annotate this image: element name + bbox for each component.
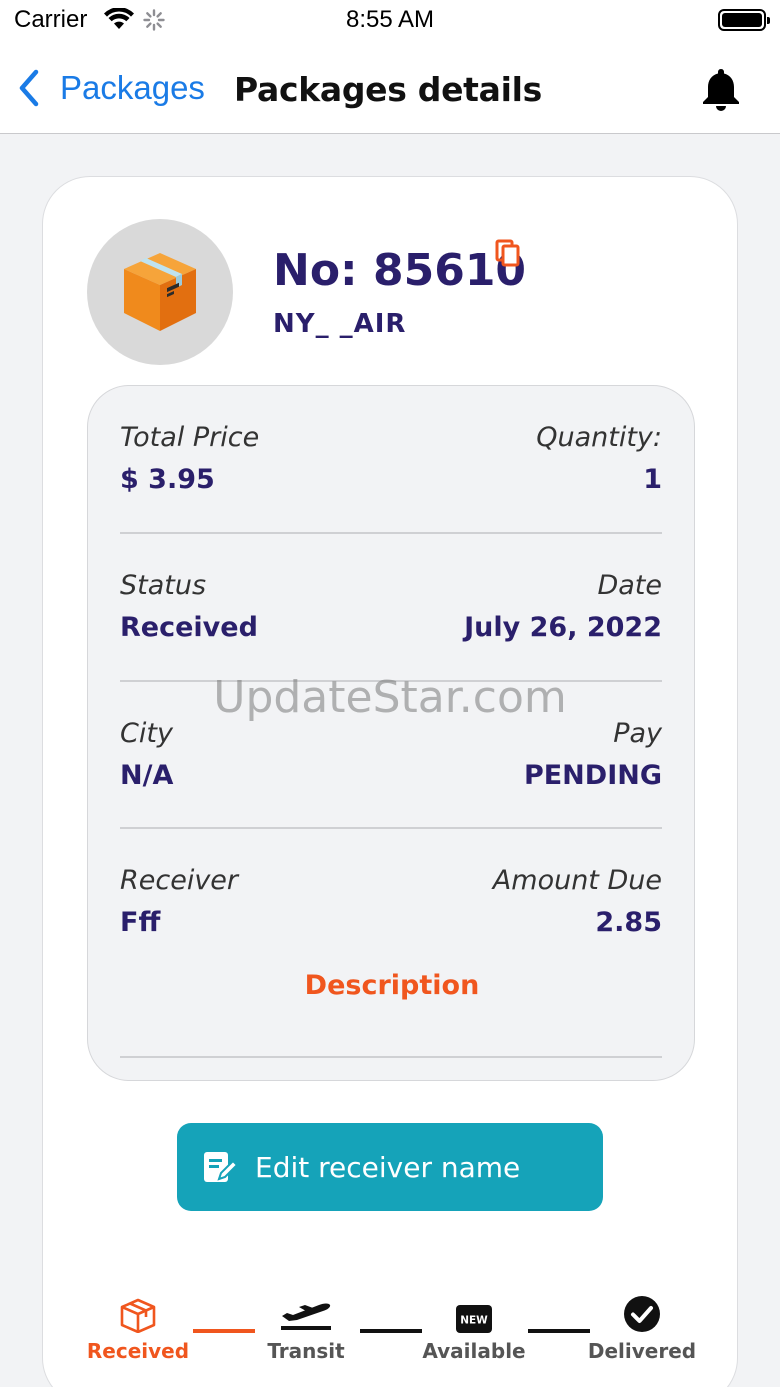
- divider: [120, 532, 662, 534]
- shipment-progress-stepper: Received Transit NEW Available Delivered: [43, 1289, 739, 1379]
- pay-label: Pay: [613, 718, 662, 749]
- divider: [120, 827, 662, 829]
- quantity-label: Quantity:: [536, 422, 662, 453]
- edit-icon: [204, 1152, 239, 1182]
- amount-due-label: Amount Due: [492, 865, 662, 896]
- date-value: July 26, 2022: [464, 612, 662, 643]
- description-title[interactable]: Description: [88, 970, 696, 1001]
- quantity-value: 1: [643, 464, 662, 495]
- package-details-panel: Total Price $ 3.95 Quantity: 1 Status Re…: [87, 385, 695, 1081]
- step-available: NEW Available: [409, 1289, 539, 1363]
- step-transit: Transit: [241, 1289, 371, 1363]
- status-value: Received: [120, 612, 258, 643]
- edit-receiver-name-button[interactable]: Edit receiver name: [177, 1123, 603, 1211]
- check-circle-icon: [624, 1296, 660, 1332]
- divider: [120, 680, 662, 682]
- copy-icon[interactable]: [495, 239, 521, 267]
- date-label: Date: [597, 570, 662, 601]
- box-icon: [120, 1298, 156, 1333]
- package-route: NY_ _AIR: [273, 309, 407, 339]
- amount-due-value: 2.85: [595, 907, 662, 938]
- receiver-label: Receiver: [120, 865, 239, 896]
- step-label: Delivered: [587, 1339, 697, 1363]
- back-button[interactable]: Packages: [18, 66, 205, 110]
- box-icon: [124, 253, 196, 331]
- svg-text:NEW: NEW: [460, 1315, 488, 1327]
- pay-value: PENDING: [523, 760, 662, 791]
- package-number: No: 85610: [273, 245, 527, 296]
- total-price-value: $ 3.95: [120, 464, 215, 495]
- page-title: Packages details: [234, 70, 542, 109]
- step-received: Received: [73, 1289, 203, 1363]
- step-delivered: Delivered: [577, 1289, 707, 1363]
- plane-takeoff-icon: [281, 1303, 331, 1330]
- status-label: Status: [120, 570, 207, 601]
- back-button-label: Packages: [60, 69, 205, 106]
- navigation-bar: Packages Packages details: [0, 44, 780, 134]
- chevron-left-icon: [19, 69, 39, 107]
- step-label: Available: [422, 1339, 526, 1363]
- package-avatar: [87, 219, 233, 365]
- step-label: Transit: [267, 1339, 345, 1363]
- step-label: Received: [86, 1339, 190, 1363]
- battery-icon: [718, 9, 770, 31]
- receiver-value: Fff: [120, 907, 161, 938]
- status-bar: Carrier 8:55 AM: [0, 0, 780, 44]
- bell-icon[interactable]: [699, 66, 743, 112]
- edit-receiver-name-label: Edit receiver name: [255, 1150, 521, 1184]
- divider: [120, 1056, 662, 1058]
- city-label: City: [120, 718, 173, 749]
- city-value: N/A: [120, 760, 174, 791]
- new-badge-icon: NEW: [456, 1305, 492, 1333]
- package-card: No: 85610 NY_ _AIR Total Price $ 3.95 Qu…: [42, 176, 738, 1387]
- total-price-label: Total Price: [120, 422, 260, 453]
- status-time: 8:55 AM: [345, 6, 435, 33]
